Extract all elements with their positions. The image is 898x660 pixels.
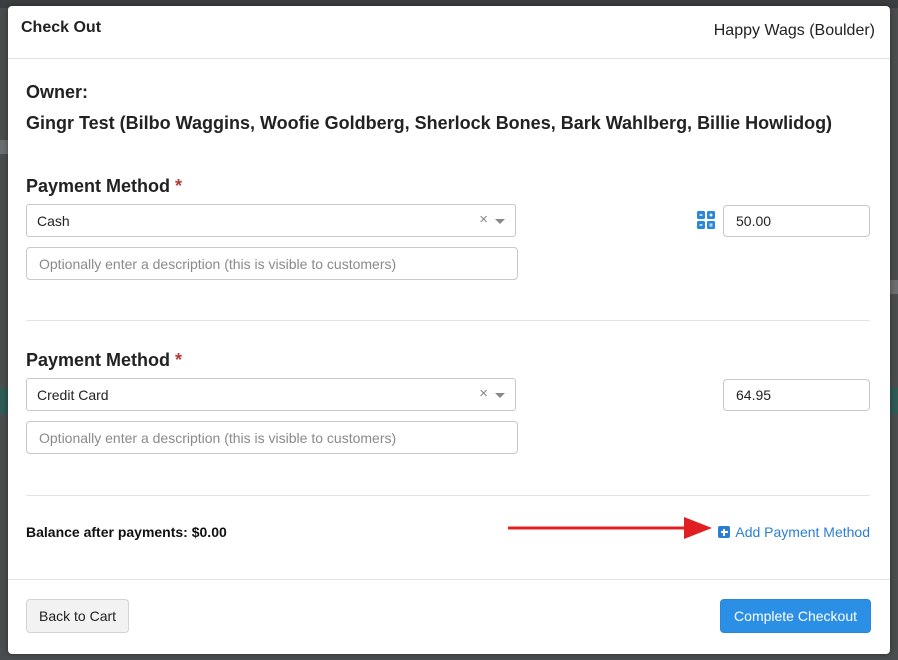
plus-square-icon — [718, 526, 731, 538]
chevron-down-icon[interactable] — [495, 393, 505, 398]
add-payment-method-label: Add Payment Method — [735, 524, 870, 540]
section-divider — [26, 320, 870, 321]
location-name: Happy Wags (Boulder) — [713, 22, 875, 39]
modal-footer: Back to Cart Complete Checkout — [8, 579, 890, 654]
payment-method-value: Credit Card — [37, 387, 109, 403]
owner-label: Owner: — [26, 82, 89, 102]
clear-icon[interactable]: × — [479, 385, 488, 402]
modal-title: Check Out — [21, 19, 102, 36]
section-divider — [26, 495, 870, 496]
modal-header: Check Out Happy Wags (Boulder) — [8, 6, 890, 59]
required-marker: * — [175, 350, 183, 370]
payment-method-select[interactable]: Credit Card × — [26, 378, 516, 411]
payment-description-input[interactable] — [26, 421, 518, 454]
background-fragment — [890, 280, 898, 294]
payment-description-input[interactable] — [26, 247, 518, 280]
payment-method-label-text: Payment Method — [26, 176, 171, 196]
complete-checkout-button[interactable]: Complete Checkout — [720, 599, 871, 633]
payment-method-select[interactable]: Cash × — [26, 204, 516, 237]
payment-amount-input[interactable] — [723, 205, 870, 237]
balance-summary: Balance after payments: $0.00 — [26, 524, 227, 540]
clear-icon[interactable]: × — [479, 211, 488, 228]
payment-method-label: Payment Method * — [26, 350, 182, 371]
background-fragment — [0, 140, 8, 154]
add-payment-method-link[interactable]: Add Payment Method — [718, 524, 870, 540]
owner-name: Gingr Test (Bilbo Waggins, Woofie Goldbe… — [26, 113, 833, 133]
back-to-cart-button[interactable]: Back to Cart — [26, 599, 130, 633]
annotation-arrow — [508, 517, 712, 539]
payment-method-value: Cash — [37, 213, 70, 229]
payment-method-label-text: Payment Method — [26, 350, 171, 370]
chevron-down-icon[interactable] — [495, 219, 505, 224]
payment-amount-input[interactable] — [723, 379, 870, 411]
calculator-icon[interactable] — [697, 211, 715, 229]
payment-method-label: Payment Method * — [26, 176, 182, 197]
required-marker: * — [175, 176, 183, 196]
checkout-modal: Check Out Happy Wags (Boulder) Owner: Gi… — [8, 6, 890, 654]
